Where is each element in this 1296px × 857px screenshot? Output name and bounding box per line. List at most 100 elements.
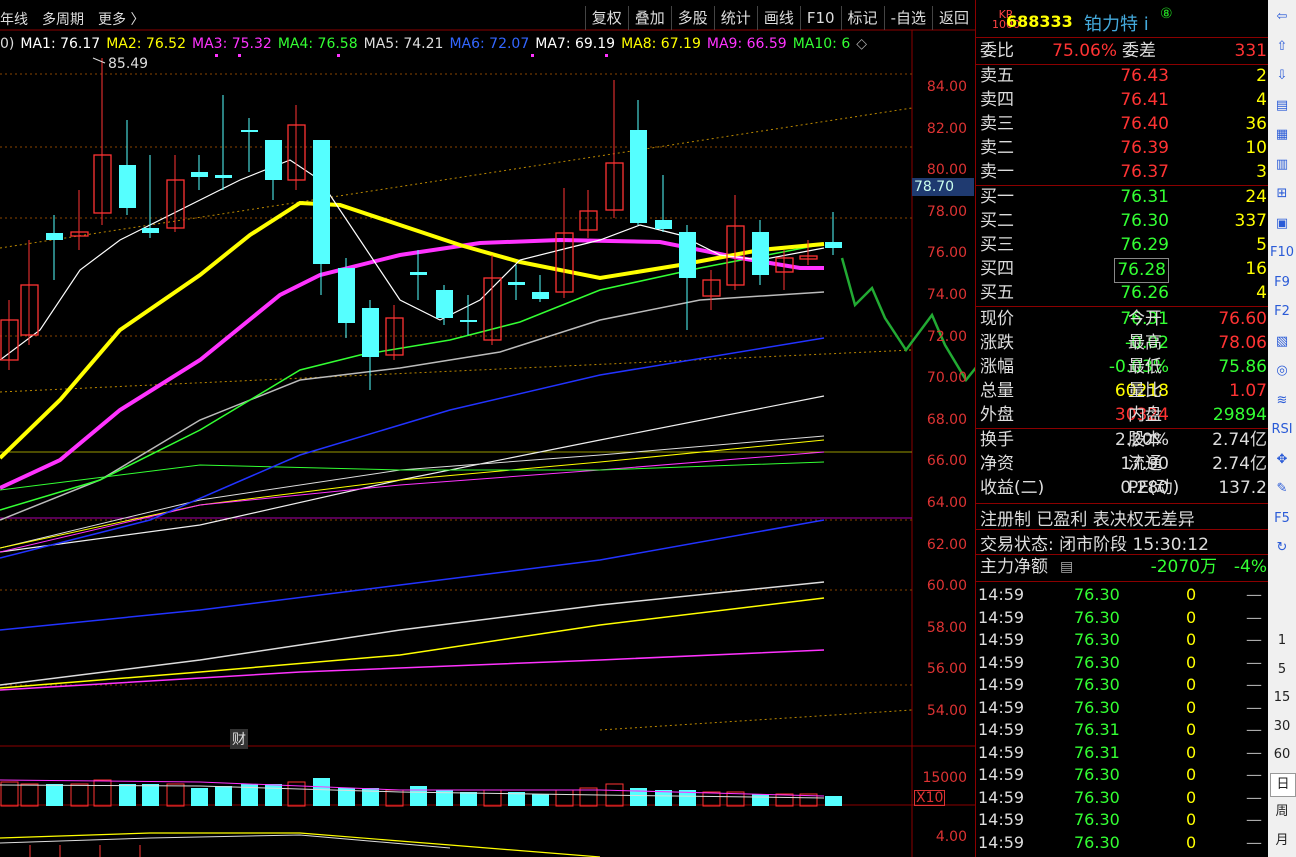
current-price-marker: 78.70 xyxy=(912,178,974,196)
price-tick-label: 84.00 xyxy=(926,79,967,95)
stat-row: 现价 76.31 今开 76.60 xyxy=(976,308,1269,331)
tick-row[interactable]: 14:59 76.30 0 — xyxy=(976,607,1269,629)
tick-row[interactable]: 14:59 76.30 0 — xyxy=(976,832,1269,854)
tick-time: 14:59 xyxy=(978,675,1025,694)
bid-row-price[interactable]: 76.28 xyxy=(1114,258,1169,283)
tick-row[interactable]: 14:59 76.30 0 — xyxy=(976,629,1269,651)
main-flow-pct: -4% xyxy=(1233,557,1267,577)
tick-row[interactable]: 14:59 76.30 0 — xyxy=(976,584,1269,606)
period-day[interactable]: 日 xyxy=(1270,772,1296,797)
stat-label: 总量 xyxy=(980,381,1014,401)
volume-bar xyxy=(410,786,427,806)
toolbar-button[interactable]: F10 xyxy=(799,6,841,30)
stock-code[interactable]: 688333 xyxy=(1006,12,1073,31)
bid-row-price[interactable]: 76.30 xyxy=(1120,210,1169,233)
tick-direction: — xyxy=(1246,585,1262,604)
tick-time: 14:59 xyxy=(978,652,1025,672)
pencil-icon[interactable]: ✎ xyxy=(1270,478,1294,500)
period-5min[interactable]: 5 xyxy=(1270,659,1294,681)
stock-badge: ⑧ xyxy=(1160,6,1173,22)
flow-detail-icon[interactable]: ▤ xyxy=(1060,556,1073,579)
table-icon[interactable]: ▥ xyxy=(1270,154,1294,176)
ask-row-price[interactable]: 76.37 xyxy=(1120,161,1169,184)
list-icon[interactable]: ▤ xyxy=(1270,95,1294,117)
f2-button[interactable]: F2 xyxy=(1270,301,1294,323)
ma-marker xyxy=(215,54,218,57)
tick-row[interactable]: 14:59 76.30 0 — xyxy=(976,809,1269,831)
toolbar-button[interactable]: 返回 xyxy=(931,6,975,30)
panel-icon[interactable]: ▧ xyxy=(1270,331,1294,353)
period-15min[interactable]: 15 xyxy=(1270,687,1294,709)
refresh-icon[interactable]: ↻ xyxy=(1270,537,1294,559)
trade-status: 交易状态: 闭市阶段 15:30:12 xyxy=(980,530,1209,555)
bid-row-label: 买二 xyxy=(980,211,1014,231)
ma-legend-item: ◇ xyxy=(856,36,868,52)
f5-button[interactable]: F5 xyxy=(1270,508,1294,530)
bid-row-price[interactable]: 76.26 xyxy=(1120,282,1169,305)
grid-icon[interactable]: ▦ xyxy=(1270,124,1294,146)
volume-bar xyxy=(191,788,208,806)
ma-legend-item: MA7: 69.19 xyxy=(535,36,616,52)
back-icon[interactable]: ⇦ xyxy=(1270,6,1294,28)
up-icon[interactable]: ⇧ xyxy=(1270,36,1294,58)
kline-chart[interactable]: 85.49 xyxy=(0,0,975,857)
peak-label: 85.49 xyxy=(108,56,148,72)
tick-row[interactable]: 14:59 76.30 0 — xyxy=(976,674,1269,696)
chart-toolbar: 复权 叠加 多股 统计 画线 F10 标记 -自选 返回 xyxy=(584,6,975,30)
rsi-button[interactable]: RSI xyxy=(1270,419,1294,441)
divider xyxy=(976,554,1269,555)
period-item[interactable]: 多周期 xyxy=(42,12,84,28)
ask-row-price[interactable]: 76.40 xyxy=(1120,113,1169,136)
f9-button[interactable]: F9 xyxy=(1270,272,1294,294)
tick-row[interactable]: 14:59 76.31 0 — xyxy=(976,742,1269,764)
stock-name[interactable]: 铂力特 i xyxy=(1084,10,1149,36)
layout-icon[interactable]: ⊞ xyxy=(1270,183,1294,205)
toolbar-button[interactable]: 统计 xyxy=(713,6,757,30)
indicator-line xyxy=(0,832,601,857)
chart-icon[interactable]: ▣ xyxy=(1270,213,1294,235)
trend-line xyxy=(0,349,913,393)
tick-row[interactable]: 14:59 76.30 0 — xyxy=(976,764,1269,786)
toolbar-button[interactable]: 复权 xyxy=(584,6,628,30)
stat-value: 2.74亿 xyxy=(1212,454,1267,474)
bid-row-price[interactable]: 76.31 xyxy=(1120,186,1169,209)
main-flow-row[interactable]: 主力净额 ▤ -2070万 -4% xyxy=(976,556,1269,579)
period-1min[interactable]: 1 xyxy=(1270,630,1294,652)
tick-row[interactable]: 14:59 76.31 0 — xyxy=(976,719,1269,741)
ma-legend-item: MA1: 76.17 xyxy=(20,36,101,52)
period-month[interactable]: 月 xyxy=(1270,830,1294,852)
tick-time: 14:59 xyxy=(978,720,1025,739)
tick-row[interactable]: 14:59 76.30 0 — xyxy=(976,652,1269,674)
toolbar-button[interactable]: 叠加 xyxy=(627,6,671,30)
tick-time: 14:59 xyxy=(978,810,1025,829)
tick-volume: 0 xyxy=(1186,607,1197,627)
ma-legend-item: MA8: 67.19 xyxy=(621,36,701,52)
tick-row[interactable]: 14:59 76.30 0 — xyxy=(976,697,1269,719)
period-60min[interactable]: 60 xyxy=(1270,744,1294,766)
bid-row-price[interactable]: 76.29 xyxy=(1120,234,1169,257)
toolbar-button[interactable]: 标记 xyxy=(840,6,884,30)
period-item[interactable]: 年线 xyxy=(0,12,28,28)
down-icon[interactable]: ⇩ xyxy=(1270,65,1294,87)
ask-row-price[interactable]: 76.41 xyxy=(1120,89,1169,112)
tick-row[interactable]: 14:59 76.30 0 — xyxy=(976,787,1269,809)
period-item[interactable]: 更多 〉 xyxy=(98,12,144,28)
tick-price: 76.30 xyxy=(1074,585,1120,604)
wave-icon[interactable]: ≋ xyxy=(1270,390,1294,412)
ask-row-price[interactable]: 76.43 xyxy=(1120,65,1169,88)
ask-row: 卖三 76.40 36 xyxy=(976,113,1269,136)
toolbar-button[interactable]: -自选 xyxy=(883,6,932,30)
financial-report-marker[interactable]: 财 xyxy=(230,729,248,749)
kline-chart-area[interactable]: 85.49 年线 多周期 更多 〉 复权 叠加 多股 统计 画线 F10 标记 -自选 返回 0) M… xyxy=(0,0,975,857)
move-icon[interactable]: ✥ xyxy=(1270,449,1294,471)
period-week[interactable]: 周 xyxy=(1270,801,1294,823)
period-30min[interactable]: 30 xyxy=(1270,716,1294,738)
ask-row-price[interactable]: 76.39 xyxy=(1120,137,1169,160)
ask-row: 卖二 76.39 10 xyxy=(976,137,1269,160)
f10-button[interactable]: F10 xyxy=(1270,242,1294,264)
toolbar-button[interactable]: 多股 xyxy=(670,6,714,30)
period-selector[interactable]: 年线 多周期 更多 〉 xyxy=(0,9,158,29)
tick-price: 76.30 xyxy=(1074,787,1120,807)
target-icon[interactable]: ◎ xyxy=(1270,360,1294,382)
toolbar-button[interactable]: 画线 xyxy=(756,6,800,30)
